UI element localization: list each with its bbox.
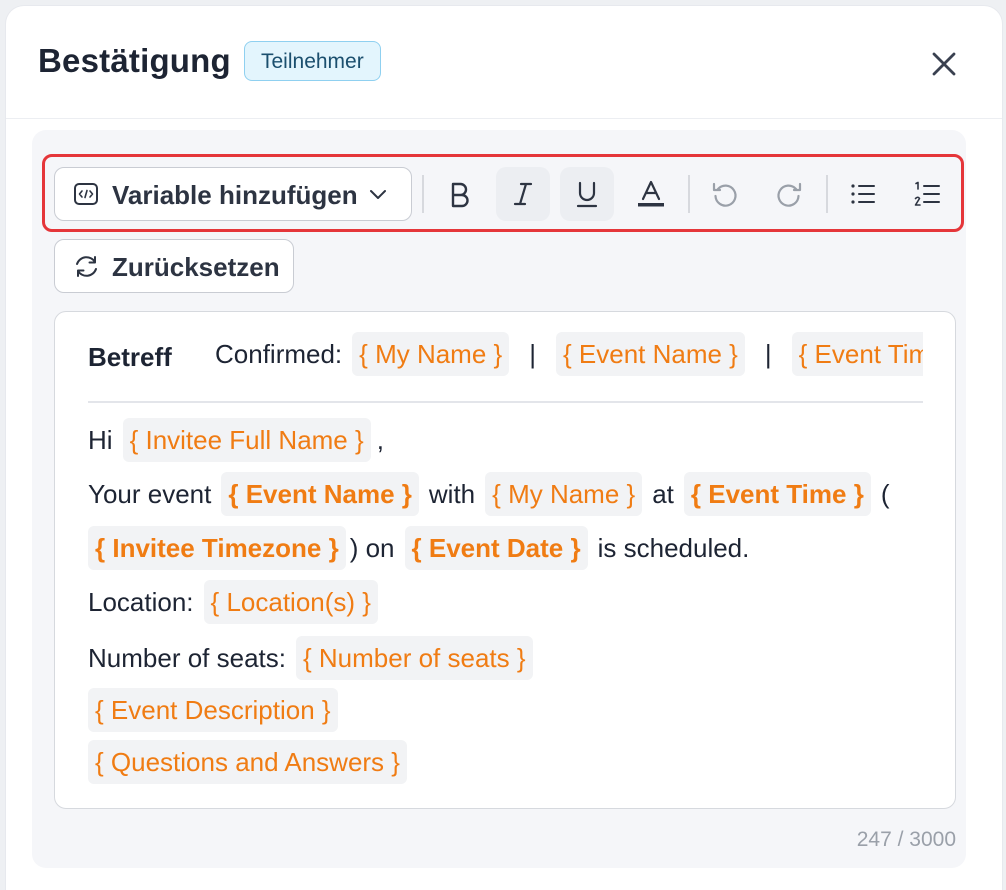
add-variable-button[interactable]: Variable hinzufügen bbox=[54, 167, 412, 221]
code-icon bbox=[74, 183, 98, 205]
redo-button[interactable] bbox=[762, 167, 816, 221]
body-text: Location: bbox=[88, 587, 194, 617]
body-line: Location: { Location(s) } bbox=[88, 580, 378, 624]
bold-icon bbox=[451, 182, 469, 208]
body-text: Number of seats: bbox=[88, 643, 286, 673]
variable-chip[interactable]: { Number of seats } bbox=[295, 636, 533, 680]
chevron-down-icon bbox=[370, 190, 386, 199]
variable-chip[interactable]: { Event Time } bbox=[791, 332, 923, 376]
bold-button[interactable] bbox=[432, 167, 486, 221]
body-text: ( bbox=[880, 479, 890, 509]
variable-chip[interactable]: { Event Name } bbox=[221, 472, 419, 516]
underline-button[interactable] bbox=[560, 167, 614, 221]
character-counter: 247 / 3000 bbox=[856, 828, 956, 851]
message-editor[interactable]: Betreff Confirmed: { My Name } | { Event Na… bbox=[54, 311, 956, 809]
body-text: , bbox=[376, 425, 384, 455]
toolbar-separator bbox=[422, 175, 424, 213]
subject-separator: | bbox=[764, 339, 772, 369]
variable-chip[interactable]: { Event Date } bbox=[404, 526, 588, 570]
participant-badge: Teilnehmer bbox=[244, 41, 381, 81]
variable-chip[interactable]: { Questions and Answers } bbox=[88, 740, 407, 784]
body-text: is scheduled. bbox=[597, 533, 750, 563]
body-line: Number of seats: { Number of seats } bbox=[88, 636, 533, 680]
body-line: { Event Description } bbox=[88, 688, 338, 732]
italic-icon bbox=[513, 182, 533, 206]
underline-icon bbox=[576, 181, 598, 208]
body-line: { Questions and Answers } bbox=[88, 740, 407, 784]
close-icon[interactable] bbox=[928, 48, 960, 80]
dialog-title: Bestätigung bbox=[38, 42, 231, 79]
body-text: Hi bbox=[88, 425, 113, 455]
body-line: Your event { Event Name } with { My Name } a… bbox=[88, 472, 890, 516]
reset-label: Zurücksetzen bbox=[112, 252, 280, 282]
subject-prefix: Confirmed: bbox=[215, 339, 343, 369]
subject-separator: | bbox=[529, 339, 536, 369]
subject-label: Betreff bbox=[88, 342, 172, 372]
bullet-list-button[interactable] bbox=[836, 167, 890, 221]
text-color-button[interactable] bbox=[624, 167, 678, 221]
subject-divider bbox=[88, 401, 923, 403]
body-text: with bbox=[428, 479, 476, 509]
variable-chip[interactable]: { My Name } bbox=[352, 332, 510, 376]
variable-chip[interactable]: { Location(s) } bbox=[203, 580, 378, 624]
toolbar-separator bbox=[826, 175, 828, 213]
add-variable-label: Variable hinzufügen bbox=[112, 180, 358, 210]
reset-button[interactable]: Zurücksetzen bbox=[54, 239, 294, 293]
body-line: { Invitee Timezone }) on { Event Date } is… bbox=[88, 526, 749, 570]
subject-row: Betreff Confirmed: { My Name } | { Event Na… bbox=[55, 312, 955, 402]
body-text: at bbox=[652, 479, 674, 509]
undo-icon bbox=[712, 182, 737, 207]
numbered-list-icon bbox=[914, 181, 940, 206]
italic-button[interactable] bbox=[496, 167, 550, 221]
variable-chip[interactable]: { Invitee Full Name } bbox=[122, 418, 371, 462]
text-color-icon bbox=[638, 180, 664, 207]
subject-field[interactable]: Confirmed: { My Name } | { Event Name } | { E… bbox=[215, 332, 923, 384]
bullet-list-icon bbox=[851, 184, 875, 204]
variable-chip[interactable]: { Invitee Timezone } bbox=[88, 526, 346, 570]
toolbar-separator bbox=[688, 175, 690, 213]
body-line: Hi { Invitee Full Name }, bbox=[88, 418, 384, 462]
redo-icon bbox=[777, 182, 802, 207]
undo-button[interactable] bbox=[698, 167, 752, 221]
variable-chip[interactable]: { Event Time } bbox=[683, 472, 871, 516]
variable-chip[interactable]: { Event Description } bbox=[88, 688, 338, 732]
variable-chip[interactable]: { My Name } bbox=[485, 472, 643, 516]
numbered-list-button[interactable] bbox=[900, 167, 954, 221]
variable-chip[interactable]: { Event Name } bbox=[555, 332, 745, 376]
body-text: Your event bbox=[88, 479, 212, 509]
dialog-header: Bestätigung Teilnehmer bbox=[6, 6, 1002, 119]
body-text: ) on bbox=[349, 533, 395, 563]
refresh-icon bbox=[76, 256, 97, 277]
